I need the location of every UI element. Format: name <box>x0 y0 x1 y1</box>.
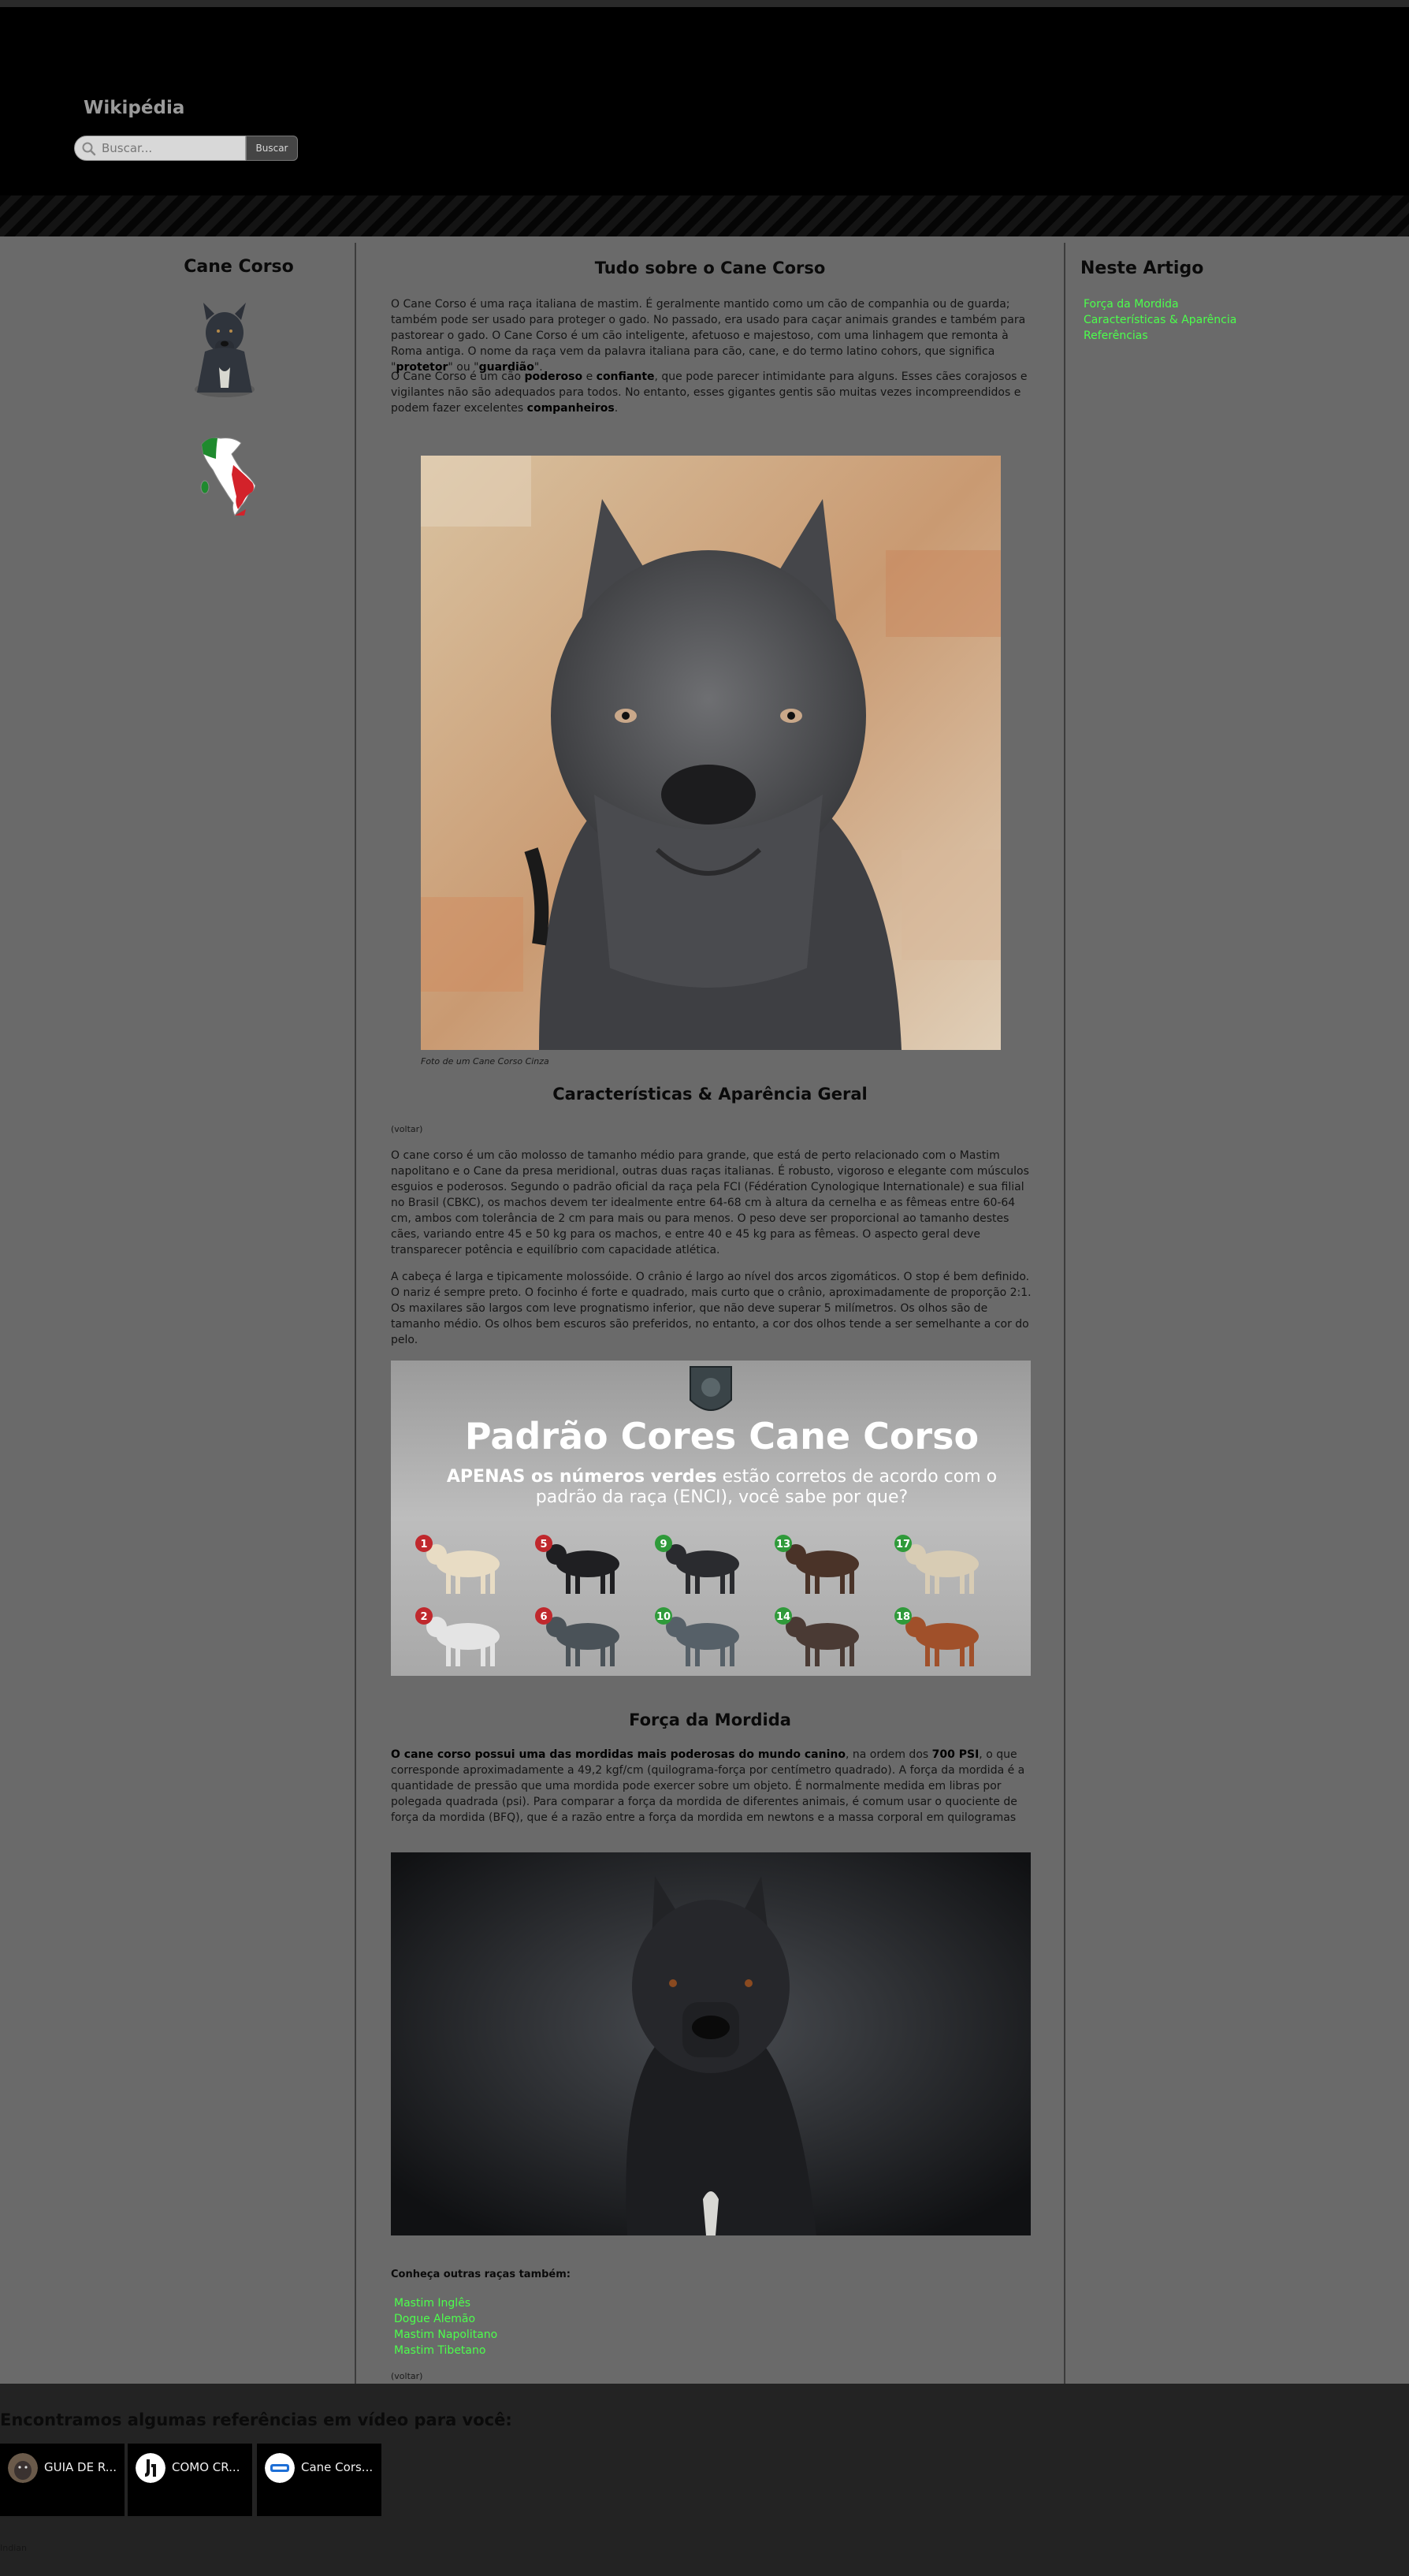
footer: Encontramos algumas referências em vídeo… <box>0 2384 1409 2576</box>
search-button[interactable]: Buscar <box>246 136 298 161</box>
photo1-caption: Foto de um Cane Corso Cinza <box>421 1056 549 1067</box>
section-bite-force-title: Força da Mordida <box>629 1711 791 1729</box>
search-box[interactable] <box>74 136 246 161</box>
infographic-title: Padrão Cores Cane Corso <box>465 1415 979 1457</box>
infographic-logo <box>690 1366 732 1411</box>
toc-item[interactable]: Referências <box>1084 328 1236 344</box>
other-breed-link[interactable]: Dogue Alemão <box>394 2313 475 2325</box>
table-of-contents: Força da Mordida Características & Aparê… <box>1084 296 1236 344</box>
other-breed-link[interactable]: Mastim Inglês <box>394 2297 470 2310</box>
cane-corso-thumbnail <box>195 303 255 397</box>
video-thumbnail-blue-avatar <box>265 2453 295 2483</box>
infographic-canvas: Padrão Cores Cane Corso APENAS os número… <box>391 1361 1031 1676</box>
search-icon <box>82 142 96 156</box>
toc-link-bite-force[interactable]: Força da Mordida <box>1084 298 1179 311</box>
main-article: Tudo sobre o Cane Corso O Cane Corso é u… <box>355 243 1065 2384</box>
video-card-label: GUIA DE R... <box>44 2460 117 2474</box>
color-number-label: 17 <box>896 1539 910 1550</box>
other-breeds-title: Conheça outras raças também: <box>391 2269 571 2280</box>
video-card-label: Cane Cors... <box>301 2460 374 2474</box>
header-stripes <box>0 195 1409 236</box>
color-number-label: 1 <box>420 1539 427 1550</box>
cane-corso-grey-photo <box>421 456 1001 1050</box>
toc-title: Neste Artigo <box>1080 259 1204 278</box>
video-card[interactable]: COMO CR... <box>128 2444 252 2516</box>
site-title[interactable]: Wikipédia <box>84 98 184 118</box>
intro-paragraph-2: O Cane Corso é um cão poderoso e confian… <box>391 370 1028 415</box>
characteristics-paragraph-1: O cane corso é um cão molosso de tamanho… <box>391 1149 1029 1256</box>
italy-map-icon <box>200 437 256 516</box>
infographic-subtitle-line2: padrão da raça (ENCI), você sabe por que… <box>536 1487 908 1507</box>
video-references-title: Encontramos algumas referências em vídeo… <box>0 2410 512 2429</box>
color-number-label: 9 <box>660 1539 667 1550</box>
back-link-2[interactable]: (voltar) <box>391 2371 422 2381</box>
other-breed-link[interactable]: Mastim Tibetano <box>394 2344 485 2357</box>
characteristics-paragraph-2: A cabeça é larga e tipicamente molossóid… <box>391 1271 1032 1346</box>
video-card[interactable]: Cane Cors... <box>257 2444 381 2516</box>
color-number-label: 2 <box>420 1611 427 1623</box>
toc-item[interactable]: Características & Aparência <box>1084 312 1236 328</box>
video-card-label: COMO CR... <box>172 2460 240 2474</box>
infographic-subtitle-line1: APENAS os números verdes estão corretos … <box>447 1467 997 1487</box>
video-thumbnail-dog-avatar <box>8 2453 38 2483</box>
list-item[interactable]: Mastim Napolitano <box>394 2327 497 2343</box>
bite-force-paragraph: O cane corso possui uma das mordidas mai… <box>391 1748 1025 1824</box>
intro-paragraph-1: O Cane Corso é uma raça italiana de mast… <box>391 298 1026 374</box>
color-number-label: 14 <box>776 1611 790 1623</box>
toc-item[interactable]: Força da Mordida <box>1084 296 1236 312</box>
article-title: Tudo sobre o Cane Corso <box>594 259 826 277</box>
header-top-line <box>0 0 1409 7</box>
color-number-label: 6 <box>540 1611 547 1623</box>
color-standard-infographic: Padrão Cores Cane Corso APENAS os número… <box>391 1361 1031 1676</box>
list-item[interactable]: Dogue Alemão <box>394 2311 497 2327</box>
list-item[interactable]: Mastim Inglês <box>394 2295 497 2311</box>
video-card[interactable]: GUIA DE R... <box>0 2444 125 2516</box>
toc-link-characteristics[interactable]: Características & Aparência <box>1084 314 1236 326</box>
search-input[interactable] <box>102 140 240 157</box>
footer-note: Indian <box>0 2543 27 2553</box>
other-breeds-list: Mastim Inglês Dogue Alemão Mastim Napoli… <box>394 2295 497 2358</box>
video-thumbnail-logo-avatar <box>136 2453 165 2483</box>
section-characteristics-title: Características & Aparência Geral <box>552 1085 868 1104</box>
left-sidebar: Cane Corso <box>0 243 355 2384</box>
cane-corso-black-photo <box>391 1852 1031 2235</box>
other-breed-link[interactable]: Mastim Napolitano <box>394 2328 497 2341</box>
list-item[interactable]: Mastim Tibetano <box>394 2343 497 2358</box>
right-sidebar: Neste Artigo Força da Mordida Caracterís… <box>1065 243 1409 2384</box>
toc-link-references[interactable]: Referências <box>1084 329 1148 342</box>
color-number-label: 5 <box>540 1539 547 1550</box>
color-number-label: 13 <box>776 1539 790 1550</box>
site-header: Wikipédia Buscar <box>0 0 1409 236</box>
color-number-label: 10 <box>656 1611 671 1623</box>
back-link-1[interactable]: (voltar) <box>391 1124 422 1134</box>
color-number-label: 18 <box>896 1611 910 1623</box>
